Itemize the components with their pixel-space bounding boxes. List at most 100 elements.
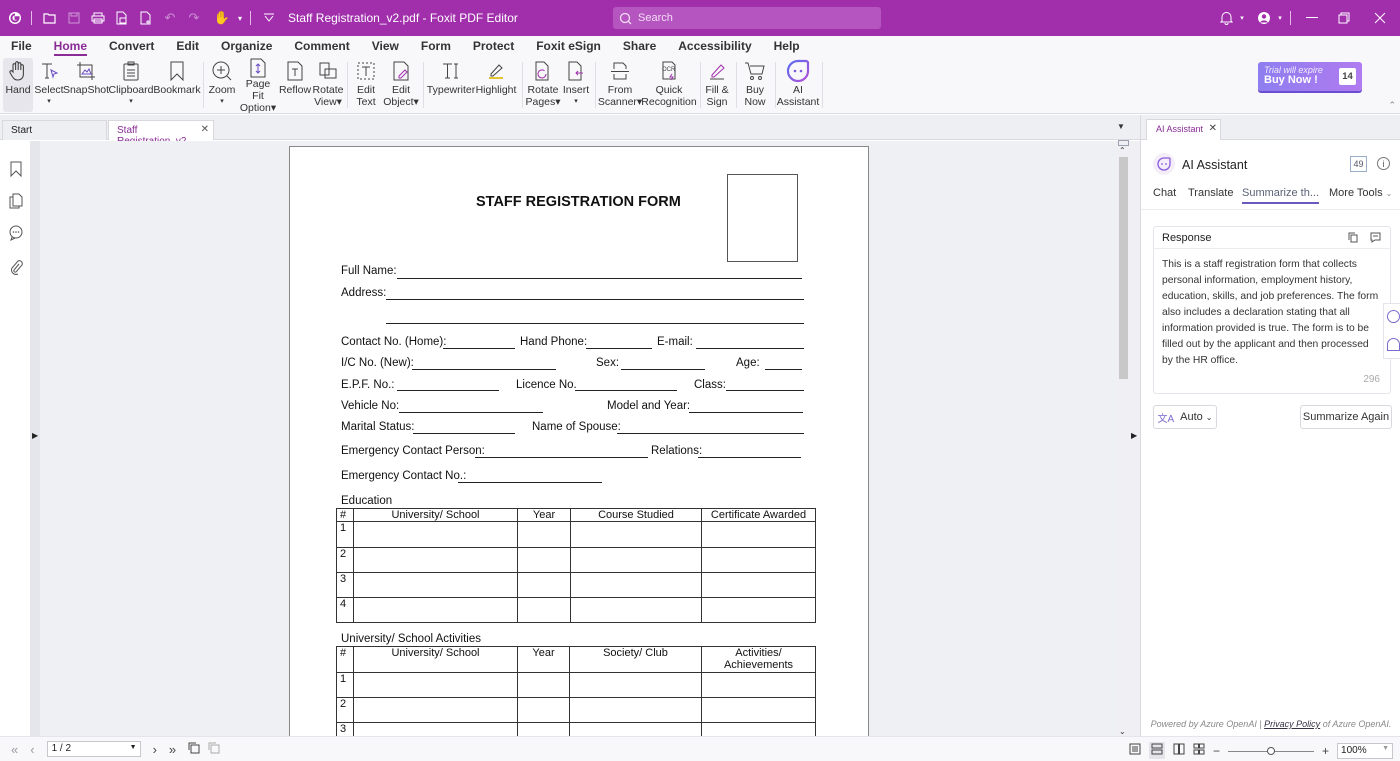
rotate-view-button[interactable]: Rotate View▾ [313,58,343,112]
ai-tab-chat[interactable]: Chat [1153,187,1176,199]
field-address-2[interactable] [386,323,804,324]
dropdown-icon[interactable]: ▾ [1275,14,1285,22]
next-view-icon[interactable] [208,742,220,757]
expand-left-icon[interactable]: ▶ [32,431,38,440]
field-emergency-no[interactable] [458,482,602,483]
ai-tab-translate[interactable]: Translate [1188,187,1233,199]
edit-object-button[interactable]: Edit Object▾ [383,58,419,112]
trial-buy-now-banner[interactable]: Trial will expire Buy Now ! 14 [1258,62,1362,91]
close-icon[interactable] [1360,12,1400,24]
summarize-again-button[interactable]: Summarize Again [1300,405,1392,429]
bookmark-panel-icon[interactable] [8,160,24,178]
collapse-ai-panel-strip[interactable]: ▶ [1130,141,1140,736]
menu-protect[interactable]: Protect [473,39,514,53]
vertical-scrollbar[interactable]: ⌃ ⌄ [1116,140,1130,736]
scrollbar-thumb[interactable] [1119,157,1128,379]
zoom-in-icon[interactable]: + [1322,744,1329,758]
menu-form[interactable]: Form [421,39,451,53]
close-panel-icon[interactable]: ✕ [1209,123,1217,134]
close-tab-icon[interactable]: ✕ [201,124,209,135]
field-model-year[interactable] [689,412,803,413]
expand-panel-strip[interactable]: ▶ [31,141,40,736]
field-ic-no[interactable] [412,369,556,370]
search-box[interactable]: Search [613,7,881,29]
last-page-icon[interactable]: » [169,742,176,757]
from-scanner-button[interactable]: From Scanner▾ [598,58,642,112]
chevron-down-icon[interactable]: ▼ [130,744,137,751]
zoom-button[interactable]: Zoom ▾ [207,58,237,112]
field-contact-home[interactable] [443,348,515,349]
new-file-icon[interactable] [135,7,157,29]
menu-convert[interactable]: Convert [109,39,154,53]
ai-tab-more-tools[interactable]: More Tools ⌄ [1329,187,1392,199]
menu-edit[interactable]: Edit [176,39,199,53]
bookmark-button[interactable]: Bookmark [153,58,201,112]
redo-icon[interactable]: ↷ [183,7,205,29]
comments-panel-icon[interactable] [8,224,24,242]
attachments-panel-icon[interactable] [8,258,24,276]
next-page-icon[interactable]: › [153,742,157,757]
insert-button[interactable]: Insert ▾ [562,58,590,112]
customize-icon[interactable] [258,7,280,29]
edit-text-button[interactable]: Edit Text [351,58,381,112]
pages-panel-icon[interactable] [8,192,24,210]
previous-page-icon[interactable]: ‹ [30,742,34,757]
tab-ai-assistant[interactable]: AI Assistant ✕ [1146,119,1221,140]
create-pdf-icon[interactable] [111,7,133,29]
hand-button[interactable]: Hand [3,58,33,112]
page-fit-option-button[interactable]: Page Fit Option▾ [240,58,276,114]
field-address-1[interactable] [386,299,804,300]
foxit-logo-icon[interactable] [4,7,26,29]
fill-sign-button[interactable]: Fill & Sign [703,58,731,112]
highlight-button[interactable]: Highlight [476,58,516,112]
typewriter-button[interactable]: Typewriter [427,58,475,112]
field-age[interactable] [765,369,802,370]
field-class[interactable] [726,390,804,391]
buy-now-button[interactable]: Buy Now [740,58,770,112]
document-viewer[interactable]: ▶ STAFF REGISTRATION FORM Full Name: Add… [31,141,1116,736]
field-spouse[interactable] [617,433,804,434]
clipboard-button[interactable]: Clipboard ▾ [109,58,153,112]
quick-recognition-button[interactable]: OCR Quick Recognition [641,58,697,112]
save-icon[interactable] [63,7,85,29]
field-vehicle[interactable] [399,412,543,413]
field-full-name[interactable] [397,278,802,279]
single-page-icon[interactable] [1129,743,1141,758]
menu-file[interactable]: File [11,39,32,53]
tabs-dropdown-icon[interactable]: ▼ [1117,122,1125,131]
continuous-facing-icon[interactable] [1193,743,1205,758]
reflow-button[interactable]: Reflow [279,58,311,112]
privacy-policy-link[interactable]: Privacy Policy [1264,719,1320,729]
bell-icon[interactable] [1215,11,1237,25]
menu-comment[interactable]: Comment [294,39,349,53]
field-marital[interactable] [413,433,515,434]
field-emergency-person[interactable] [475,457,648,458]
zoom-slider-knob[interactable] [1267,746,1276,755]
dropdown-icon[interactable]: ▾ [235,7,245,29]
dropdown-icon[interactable]: ▾ [1237,14,1247,22]
tab-staff-registration[interactable]: Staff Registration_v2...✕ [108,120,214,147]
snapshot-button[interactable]: SnapShot [63,58,109,112]
field-email[interactable] [696,348,804,349]
previous-view-icon[interactable] [188,742,200,757]
menu-organize[interactable]: Organize [221,39,272,53]
scroll-up-icon[interactable]: ⌃ [1119,146,1126,155]
field-relations[interactable] [698,457,801,458]
chevron-down-icon[interactable]: ▼ [1382,745,1389,752]
hand-tool-icon[interactable]: ✋ [211,7,233,29]
page-number-input[interactable]: 1 / 2 ▼ [46,741,141,757]
menu-help[interactable]: Help [774,39,800,53]
scroll-down-icon[interactable]: ⌄ [1119,727,1126,736]
ai-tab-summarize[interactable]: Summarize th... [1242,187,1320,204]
menu-foxit-esign[interactable]: Foxit eSign [536,39,601,53]
continuous-page-icon[interactable] [1149,742,1165,759]
select-button[interactable]: Select ▾ [34,58,64,112]
menu-accessibility[interactable]: Accessibility [678,39,751,53]
tab-start[interactable]: Start [2,120,107,140]
print-icon[interactable] [87,7,109,29]
field-hand-phone[interactable] [586,348,652,349]
menu-home[interactable]: Home [53,39,88,56]
copy-icon[interactable] [1348,232,1358,246]
facing-page-icon[interactable] [1173,743,1185,758]
menu-share[interactable]: Share [623,39,656,53]
